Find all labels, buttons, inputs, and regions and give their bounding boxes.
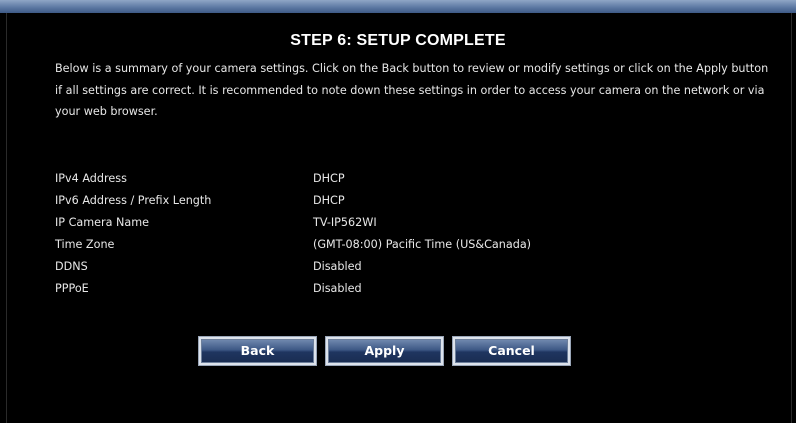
back-button-label: Back [201,339,314,363]
setting-label: IPv4 Address [55,172,127,185]
intro-text: Below is a summary of your camera settin… [55,62,769,118]
settings-summary: IPv4 Address DHCP IPv6 Address / Prefix … [55,168,755,300]
setting-label: PPPoE [55,282,89,295]
cancel-button-label: Cancel [455,339,568,363]
button-bar: Back Apply Cancel [0,336,796,368]
setting-row-ipv6: IPv6 Address / Prefix Length DHCP [55,190,755,212]
setting-row-ddns: DDNS Disabled [55,256,755,278]
setting-value: DHCP [313,194,345,207]
setting-label: DDNS [55,260,88,273]
apply-button[interactable]: Apply [325,336,444,366]
apply-button-label: Apply [328,339,441,363]
setting-value: Disabled [313,282,362,295]
top-bar [0,0,796,13]
back-button[interactable]: Back [198,336,317,366]
setting-row-pppoe: PPPoE Disabled [55,278,755,300]
setting-label: IPv6 Address / Prefix Length [55,194,212,207]
setting-value: TV-IP562WI [313,216,377,229]
setup-wizard-window: STEP 6: SETUP COMPLETE Below is a summar… [0,0,796,423]
setting-row-time-zone: Time Zone (GMT-08:00) Pacific Time (US&C… [55,234,755,256]
setting-label: IP Camera Name [55,216,150,229]
setting-label: Time Zone [55,238,115,251]
cancel-button[interactable]: Cancel [452,336,571,366]
setting-row-ipv4: IPv4 Address DHCP [55,168,755,190]
page-title: STEP 6: SETUP COMPLETE [290,32,506,49]
setting-row-camera-name: IP Camera Name TV-IP562WI [55,212,755,234]
setting-value: DHCP [313,172,345,185]
setting-value: (GMT-08:00) Pacific Time (US&Canada) [313,238,532,251]
setting-value: Disabled [313,260,362,273]
